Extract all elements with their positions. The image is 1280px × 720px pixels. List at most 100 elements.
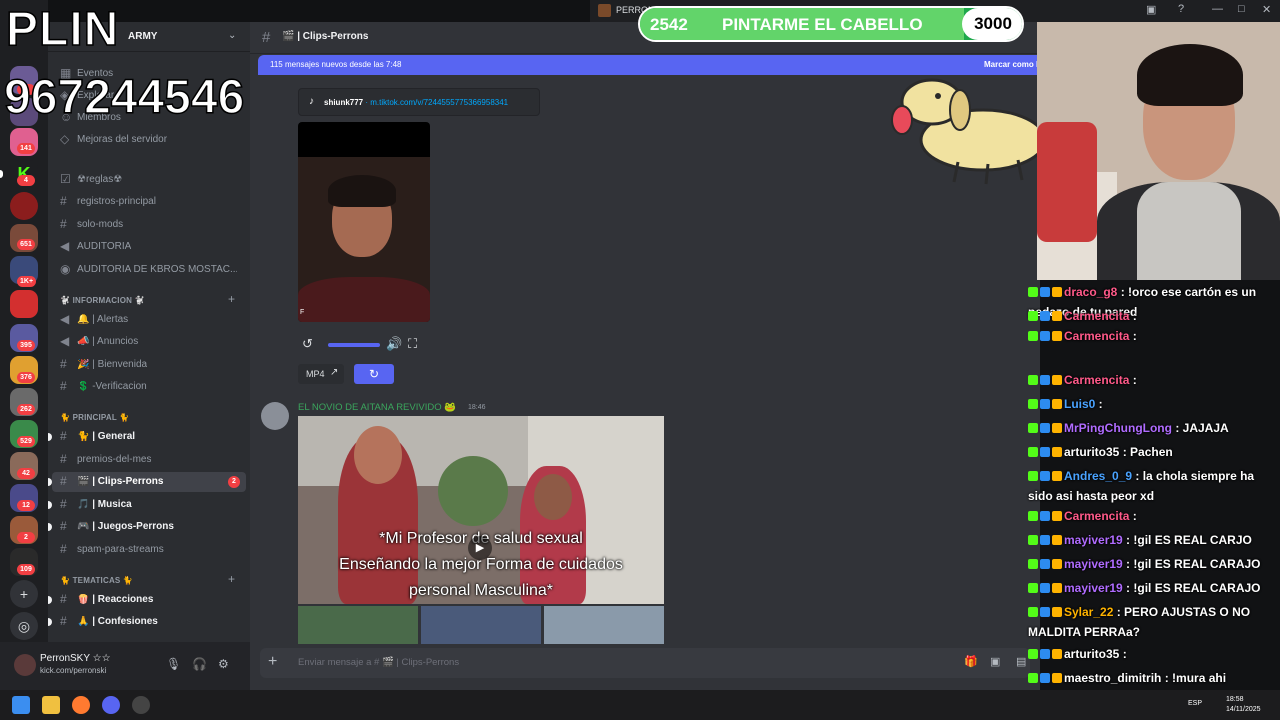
clock-date[interactable]: 14/11/2025 [1226, 705, 1261, 715]
chat-text: : [1129, 329, 1137, 343]
channel-label: 💲 -Verificacion [77, 381, 147, 392]
chat-username[interactable]: Carmencita [1064, 309, 1129, 323]
channel-clips-perrons[interactable]: # 🎬 | Clips-Perrons 2 [48, 472, 246, 492]
channel-anuncios[interactable]: ◀ 📣 | Anuncios [52, 332, 246, 352]
firefox-icon[interactable] [72, 696, 90, 714]
channel-alertas[interactable]: ◀ 🔔 | Alertas [52, 310, 246, 330]
channel-verificacion[interactable]: # 💲 -Verificacion [52, 377, 246, 397]
inbox-icon[interactable]: ▣ [1146, 3, 1156, 16]
chat-username[interactable]: Carmencita [1064, 329, 1129, 343]
fullscreen-icon[interactable]: ⛶ [408, 336, 417, 352]
goal-target: 3000 [962, 8, 1022, 40]
attach-plus-icon[interactable]: + [268, 653, 277, 671]
chat-badge-icon [1028, 447, 1038, 457]
chat-username[interactable]: Carmencita [1064, 373, 1129, 387]
add-channel-icon[interactable]: + [228, 572, 235, 586]
chat-username[interactable]: Sylar_22 [1064, 605, 1113, 619]
volume-slider[interactable] [328, 343, 380, 347]
chat-username[interactable]: Carmencita [1064, 509, 1129, 523]
chat-badge-icon [1028, 331, 1038, 341]
chat-username[interactable]: Andres_0_9 [1064, 469, 1132, 483]
discover-icon[interactable]: ◎ [10, 612, 38, 640]
channel-label: AUDITORIA DE KBROS MOSTAC... [77, 264, 237, 275]
chat-badge-icon [1028, 311, 1038, 321]
mp4-button[interactable]: MP4 ↗ [298, 364, 344, 384]
chat-username[interactable]: draco_g8 [1064, 285, 1117, 299]
category-informacion[interactable]: 🐩 INFORMACION 🐩 [60, 296, 145, 305]
channel-juegos[interactable]: # 🎮 | Juegos-Perrons [48, 517, 246, 537]
help-icon[interactable]: ? [1178, 3, 1184, 15]
channel-bienvenida[interactable]: # 🎉 | Bienvenida [52, 355, 246, 375]
microphone-icon[interactable]: 🎙 [166, 657, 181, 671]
file-explorer-icon[interactable] [42, 696, 60, 714]
channel-general[interactable]: # 🐈 | General [48, 427, 246, 447]
clock-time[interactable]: 18:58 [1226, 695, 1244, 705]
chat-username[interactable]: mayiver19 [1064, 581, 1123, 595]
server-icon[interactable] [10, 192, 38, 220]
windows-start-icon[interactable] [12, 696, 30, 714]
channel-reacciones[interactable]: # 🍿 | Reacciones [48, 590, 246, 610]
channel-spam[interactable]: # spam-para-streams [52, 540, 246, 560]
chat-username[interactable]: arturito35 [1064, 445, 1119, 459]
minimize-icon[interactable]: — [1212, 3, 1223, 15]
phone-number: 967244546 [3, 70, 245, 125]
discord-icon[interactable] [102, 696, 120, 714]
chat-badge-icon [1028, 375, 1038, 385]
chat-username[interactable]: MrPingChungLong [1064, 421, 1172, 435]
sidebar-item-boosts[interactable]: ◇ Mejoras del servidor [52, 130, 246, 150]
thumbnail[interactable] [544, 606, 664, 644]
category-tematicas[interactable]: 🐈 TEMATICAS 🐈 [60, 576, 133, 585]
chat-username[interactable]: maestro_dimitrih [1064, 671, 1161, 685]
gear-icon[interactable]: ⚙ [218, 657, 229, 671]
volume-icon[interactable]: 🔊 [386, 336, 402, 352]
chat-badge-icon [1040, 535, 1050, 545]
add-channel-icon[interactable]: + [228, 292, 235, 306]
hash-icon: # [60, 452, 67, 466]
gift-icon[interactable]: 🎁 [964, 655, 978, 668]
add-server-icon[interactable]: + [10, 580, 38, 608]
chat-badge-icon [1052, 607, 1062, 617]
message-input[interactable]: Enviar mensaje a # 🎬 | Clips-Perrons [298, 657, 459, 668]
replay-icon[interactable]: ↺ [302, 336, 313, 352]
chat-badge-icon [1040, 311, 1050, 321]
headphones-icon[interactable]: 🎧 [192, 657, 207, 671]
chat-message: MrPingChungLong : JAJAJA [1028, 418, 1278, 438]
video-caption: personal Masculina* [408, 582, 554, 599]
chat-username[interactable]: Luis0 [1064, 397, 1095, 411]
channel-premios[interactable]: # premios-del-mes [52, 450, 246, 470]
channel-label: 🎮 | Juegos-Perrons [77, 521, 174, 532]
avatar[interactable] [14, 654, 36, 676]
chat-username[interactable]: arturito35 [1064, 647, 1119, 661]
channel-musica[interactable]: # 🎵 | Musica [48, 495, 246, 515]
gif-icon[interactable]: ▣ [990, 655, 1000, 668]
channel-auditoria[interactable]: ◀ AUDITORIA [52, 237, 246, 257]
channel-solo-mods[interactable]: # solo-mods [52, 215, 246, 235]
thumbnail[interactable] [298, 606, 418, 644]
video-player[interactable]: F [298, 122, 430, 322]
chat-badge-icon [1040, 583, 1050, 593]
video-player[interactable]: *Mi Profesor de salud sexual Enseñando l… [298, 416, 664, 604]
refresh-button[interactable]: ↻ [354, 364, 394, 384]
avatar[interactable] [261, 402, 289, 430]
language-indicator[interactable]: ESP [1188, 699, 1202, 709]
obs-icon[interactable] [132, 696, 150, 714]
message-author[interactable]: EL NOVIO DE AITANA REVIVIDO 🐸 [298, 402, 456, 413]
message-composer[interactable]: + Enviar mensaje a # 🎬 | Clips-Perrons 🎁… [260, 648, 1030, 678]
play-icon[interactable]: ▶ [468, 536, 492, 560]
unread-pip [48, 478, 52, 486]
close-icon[interactable]: ✕ [1262, 3, 1271, 16]
tiktok-embed[interactable]: ♪ shiunk777 · m.tiktok.com/v/72445557753… [298, 88, 540, 116]
maximize-icon[interactable]: □ [1238, 3, 1245, 15]
channel-registros[interactable]: # registros-principal [52, 192, 246, 212]
embed-link[interactable]: shiunk777 · m.tiktok.com/v/7244555775366… [324, 98, 508, 107]
chat-username[interactable]: mayiver19 [1064, 533, 1123, 547]
thumbnail[interactable] [421, 606, 541, 644]
channel-confesiones[interactable]: # 🙏 | Confesiones [48, 612, 246, 632]
server-icon[interactable] [10, 290, 38, 318]
channel-reglas[interactable]: ☑ ☢reglas☢ [52, 170, 246, 190]
channel-auditoria-kbros[interactable]: ◉ AUDITORIA DE KBROS MOSTAC... [52, 260, 246, 280]
category-principal[interactable]: 🐈 PRINCIPAL 🐈 [60, 413, 129, 422]
chat-username[interactable]: mayiver19 [1064, 557, 1123, 571]
chat-badge-icon [1040, 447, 1050, 457]
chat-badge-icon [1040, 331, 1050, 341]
